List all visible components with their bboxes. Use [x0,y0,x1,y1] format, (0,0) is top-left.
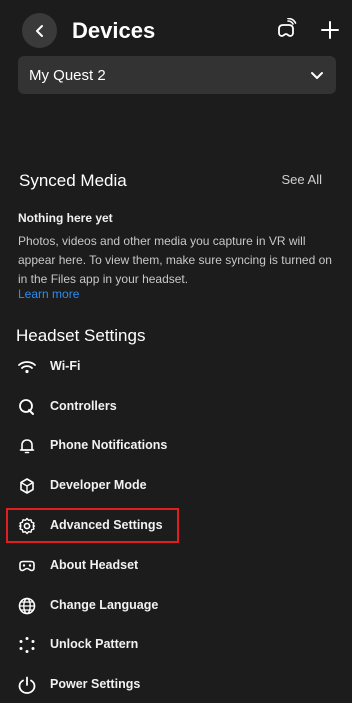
settings-item-controllers[interactable]: Controllers [0,387,352,425]
settings-item-label: Change Language [50,598,159,612]
empty-state-description: Photos, videos and other media you captu… [18,234,332,286]
settings-item-label: Wi-Fi [50,359,81,373]
settings-item-label: Unlock Pattern [50,637,139,651]
settings-item-label: Controllers [50,399,117,413]
back-button[interactable] [22,13,57,48]
gear-icon [17,516,37,536]
see-all-link[interactable]: See All [282,172,322,188]
header: Devices [0,0,352,58]
settings-item-label: Power Settings [50,677,141,691]
bell-icon [17,436,37,456]
pattern-dots-icon [17,635,37,655]
globe-icon [17,596,37,616]
cast-button[interactable] [274,17,298,42]
settings-item-advanced-settings[interactable]: Advanced Settings [0,506,352,544]
settings-item-label: Phone Notifications [50,438,168,452]
cast-headset-icon [278,17,297,37]
add-device-button[interactable] [318,18,342,42]
settings-item-label: Advanced Settings [50,518,163,532]
headset-icon [17,556,37,576]
chevron-down-icon [311,72,323,79]
wifi-icon [17,357,37,377]
settings-item-developer-mode[interactable]: Developer Mode [0,466,352,504]
learn-more-link[interactable]: Learn more [18,287,79,302]
settings-item-unlock-pattern[interactable]: Unlock Pattern [0,625,352,663]
settings-item-label: About Headset [50,558,139,572]
controller-icon [17,397,37,417]
developer-icon [17,476,37,496]
settings-item-phone-notifications[interactable]: Phone Notifications [0,426,352,464]
settings-item-wifi[interactable]: Wi-Fi [0,347,352,385]
settings-item-label: Developer Mode [50,478,147,492]
synced-media-title: Synced Media [19,171,127,190]
settings-item-change-language[interactable]: Change Language [0,586,352,624]
empty-state-title: Nothing here yet [18,211,113,225]
headset-settings-title: Headset Settings [16,326,146,345]
device-dropdown-value: My Quest 2 [29,67,106,84]
settings-item-power-settings[interactable]: Power Settings [0,665,352,703]
settings-item-about-headset[interactable]: About Headset [0,546,352,584]
plus-icon [321,21,339,39]
page-title: Devices [72,18,156,43]
device-dropdown[interactable]: My Quest 2 [18,56,336,94]
power-icon [17,675,37,695]
chevron-left-icon [35,24,43,37]
